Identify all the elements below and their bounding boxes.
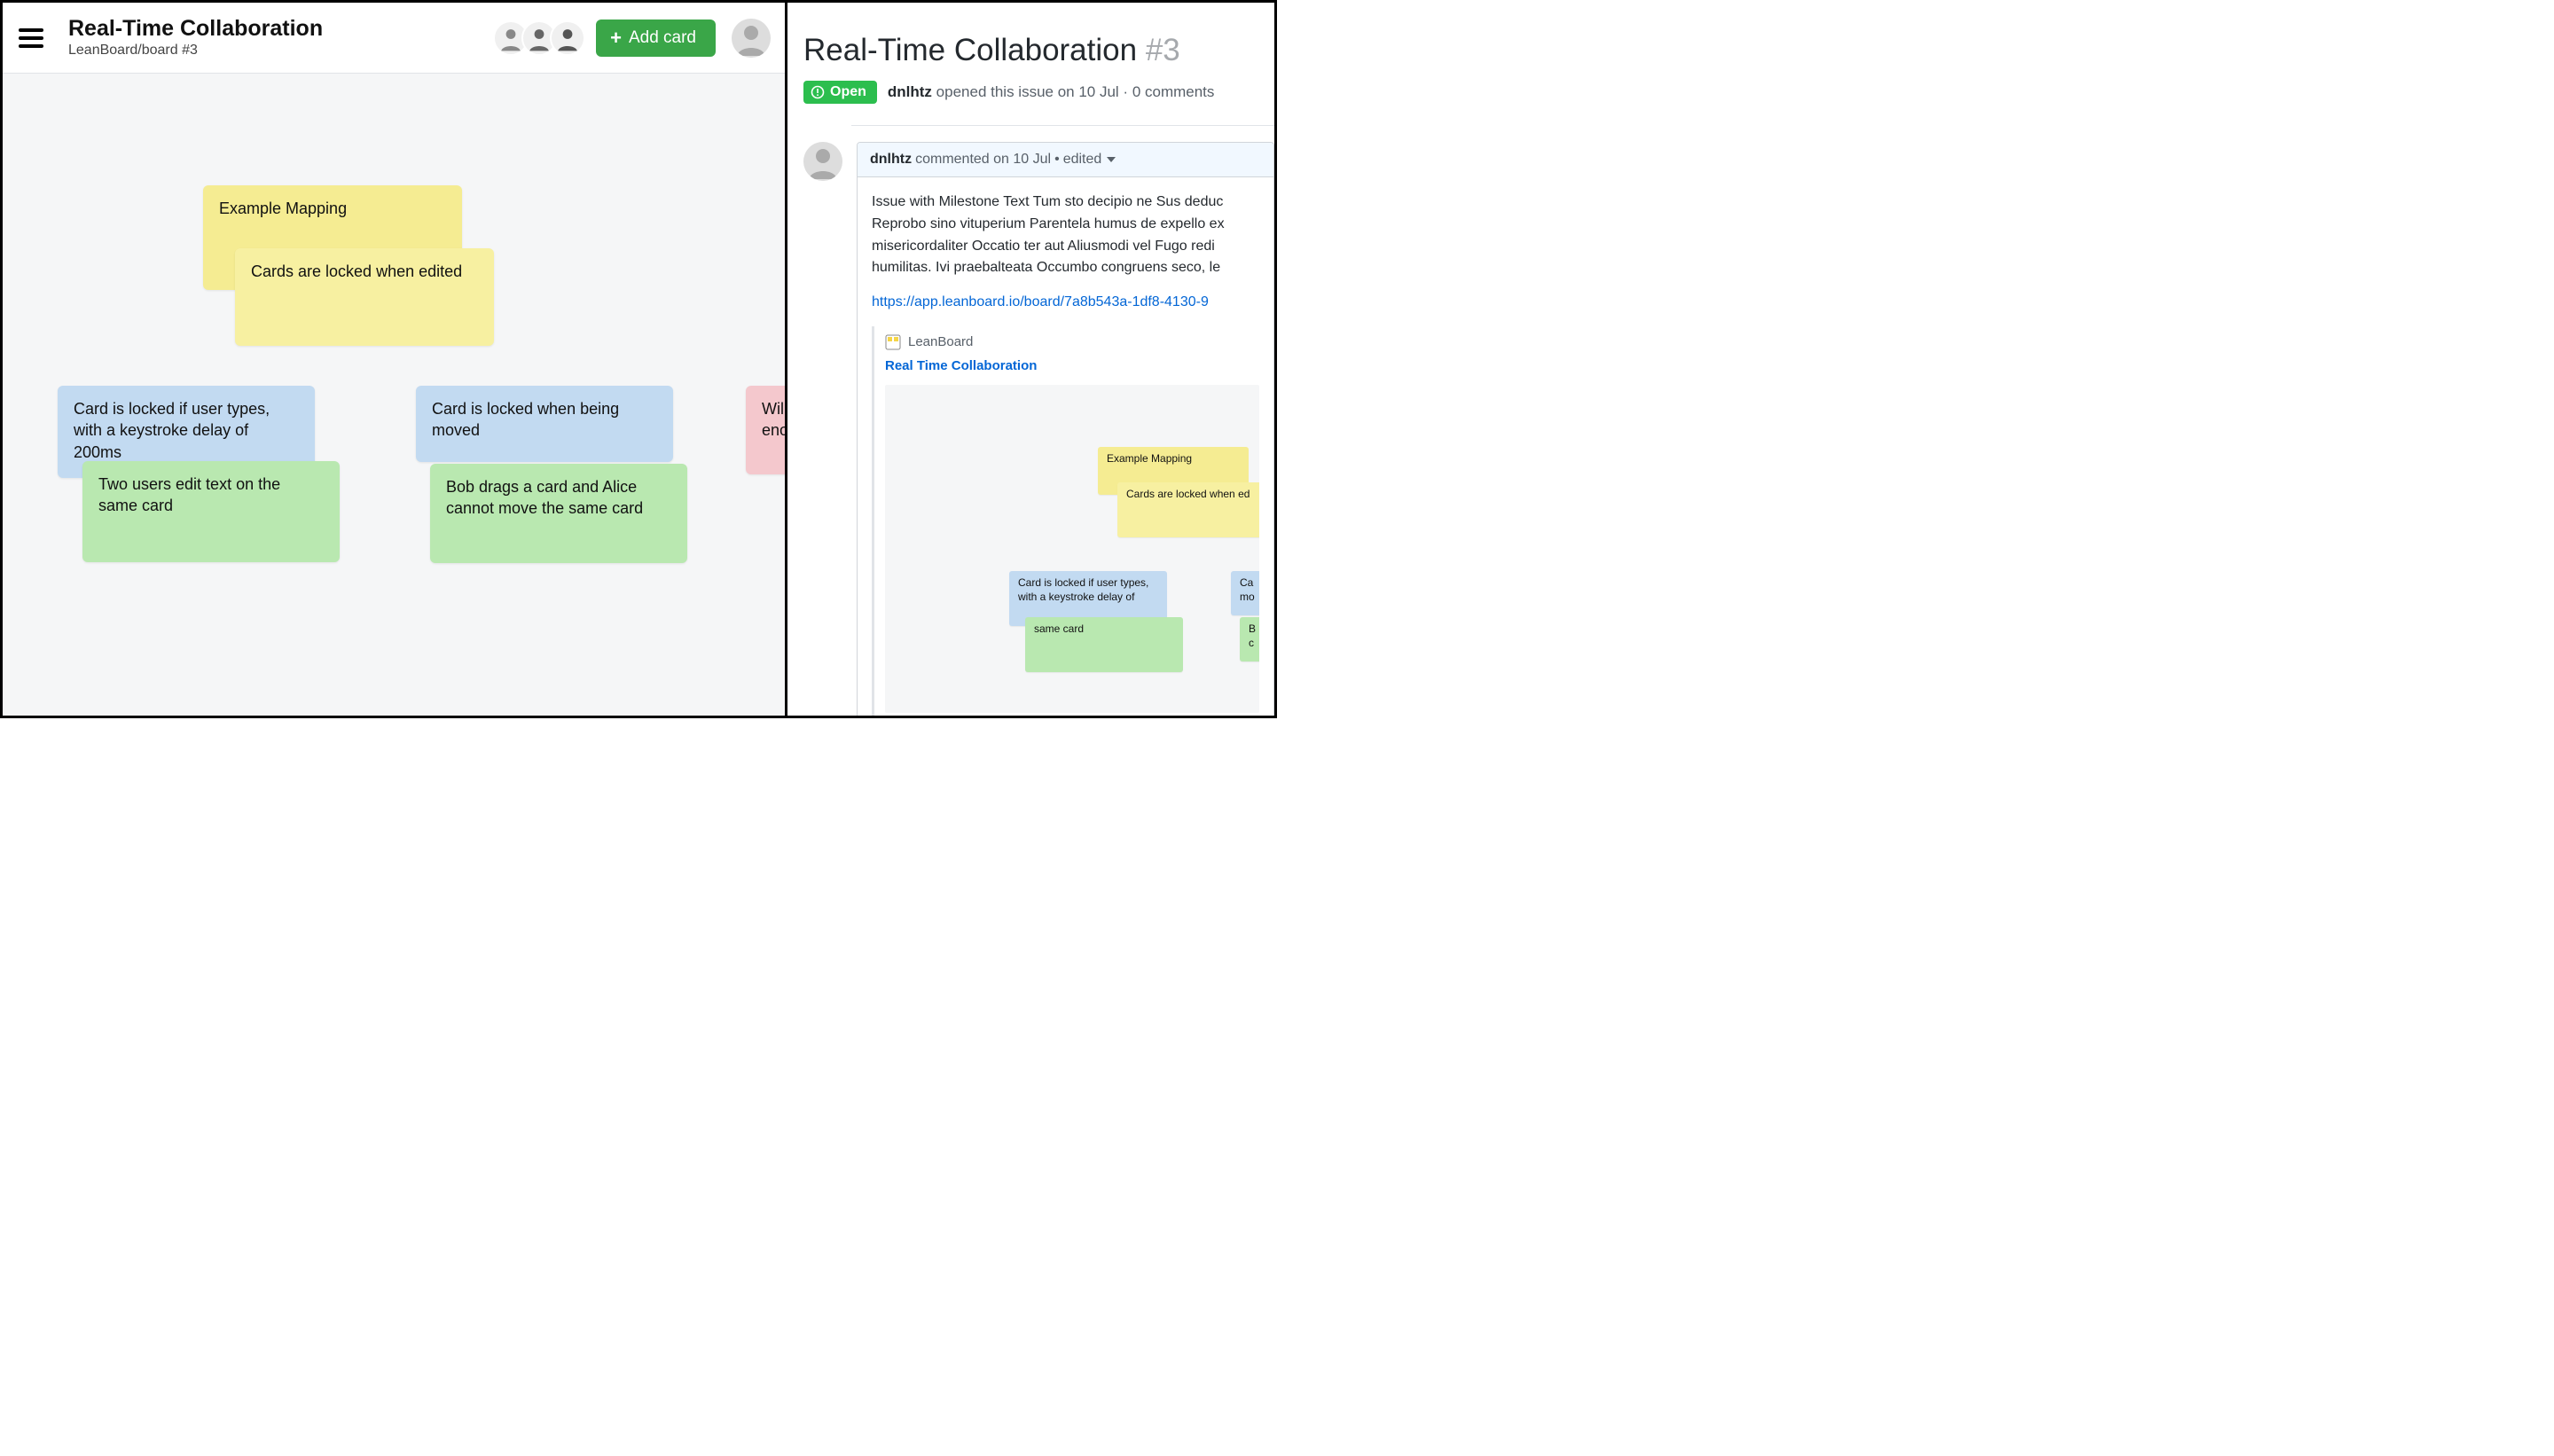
link-embed: LeanBoard Real Time Collaboration Exampl… <box>872 326 1259 718</box>
avatar[interactable] <box>550 20 585 56</box>
menu-icon[interactable] <box>19 28 43 48</box>
profile-avatar[interactable] <box>732 19 771 58</box>
collaborator-avatars <box>493 20 585 56</box>
comment-text: Issue with Milestone Text Tum sto decipi… <box>872 192 1259 279</box>
board-title-block: Real-Time Collaboration LeanBoard/board … <box>68 17 323 59</box>
embed-card: B c <box>1240 617 1259 661</box>
embed-title[interactable]: Real Time Collaboration <box>885 356 1259 376</box>
board-canvas[interactable]: Example MappingCards are locked when edi… <box>3 74 787 716</box>
leanboard-app: Real-Time Collaboration LeanBoard/board … <box>0 0 789 718</box>
embed-provider-label: LeanBoard <box>908 332 973 352</box>
issue-meta: opened this issue on 10 Jul · 0 comments <box>936 83 1215 100</box>
comment-edited[interactable]: edited <box>1063 152 1102 168</box>
board-card[interactable]: Will enou <box>746 386 789 474</box>
board-card[interactable]: Bob drags a card and Alice cannot move t… <box>430 464 687 563</box>
issue-state-badge: Open <box>803 81 877 104</box>
issue-subheader: Open dnlhtz opened this issue on 10 Jul … <box>803 81 1274 104</box>
embed-card: Cards are locked when ed <box>1117 482 1259 537</box>
embed-card: same card <box>1025 617 1183 672</box>
comment-header: dnlhtz commented on 10 Jul • edited <box>858 143 1273 177</box>
embed-provider: LeanBoard <box>885 332 1259 352</box>
plus-icon: + <box>610 28 622 48</box>
issue-byline: dnlhtz opened this issue on 10 Jul · 0 c… <box>888 83 1215 101</box>
github-issue-panel: Real-Time Collaboration #3 Open dnlhtz o… <box>785 0 1277 718</box>
board-card[interactable]: Card is locked when being moved <box>416 386 673 462</box>
issue-author[interactable]: dnlhtz <box>888 83 932 100</box>
header-right: + Add card <box>493 19 771 58</box>
embed-preview[interactable]: Example MappingCards are locked when edC… <box>885 385 1259 713</box>
leanboard-header: Real-Time Collaboration LeanBoard/board … <box>3 3 787 74</box>
board-title: Real-Time Collaboration <box>68 17 323 42</box>
add-card-button[interactable]: + Add card <box>596 20 716 57</box>
board-card[interactable]: Cards are locked when edited <box>235 248 494 346</box>
issue-comment: dnlhtz commented on 10 Jul • edited Issu… <box>803 142 1274 718</box>
issue-state-text: Open <box>830 84 866 100</box>
board-breadcrumb[interactable]: LeanBoard/board #3 <box>68 43 323 59</box>
issue-title-text: Real-Time Collaboration <box>803 33 1137 67</box>
comment-avatar[interactable] <box>803 142 842 181</box>
comment-meta: commented on 10 Jul <box>915 152 1051 168</box>
issue-number: #3 <box>1146 33 1180 67</box>
issue-open-icon <box>811 85 825 99</box>
issue-title: Real-Time Collaboration #3 <box>803 33 1274 68</box>
leanboard-icon <box>885 334 901 350</box>
comment-body: Issue with Milestone Text Tum sto decipi… <box>858 177 1273 718</box>
comment-box: dnlhtz commented on 10 Jul • edited Issu… <box>857 142 1274 718</box>
embed-card: Ca mo <box>1231 571 1259 615</box>
divider <box>851 125 1274 126</box>
board-link[interactable]: https://app.leanboard.io/board/7a8b543a-… <box>872 294 1209 309</box>
chevron-down-icon[interactable] <box>1107 157 1116 162</box>
add-card-label: Add card <box>629 28 696 48</box>
comment-author[interactable]: dnlhtz <box>870 152 912 168</box>
board-card[interactable]: Two users edit text on the same card <box>82 461 340 562</box>
